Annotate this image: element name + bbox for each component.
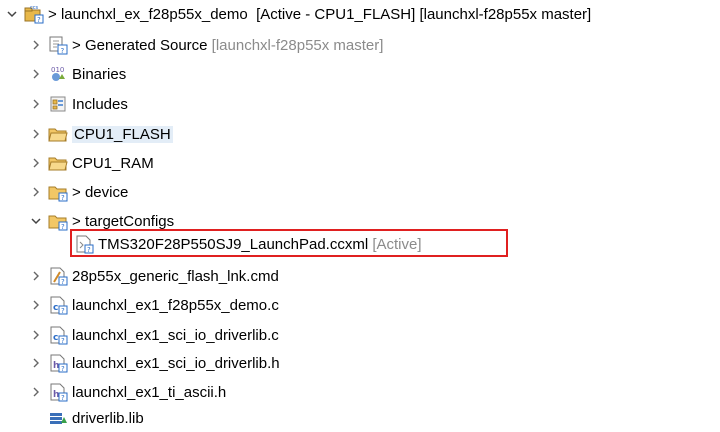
svg-text:?: ? xyxy=(37,16,41,24)
item-label: Includes xyxy=(72,95,128,113)
chevron-right-icon[interactable] xyxy=(28,96,44,112)
chevron-right-icon[interactable] xyxy=(28,268,44,284)
chevron-right-icon[interactable] xyxy=(28,384,44,400)
svg-text:?: ? xyxy=(61,365,65,373)
tree-item-project[interactable]: ccs ? > launchxl_ex_f28p55x_demo [Active… xyxy=(4,2,591,26)
item-decoration: [launchxl-f28p55x master] xyxy=(207,36,384,54)
binaries-icon: 010 xyxy=(48,64,68,84)
item-label: launchxl_ex1_sci_io_driverlib.c xyxy=(72,326,279,344)
project-name: launchxl_ex_f28p55x_demo xyxy=(60,5,248,23)
item-label: 28p55x_generic_flash_lnk.cmd xyxy=(72,267,279,285)
lib-file-icon xyxy=(48,408,68,428)
svg-text:h: h xyxy=(53,390,59,400)
ccs-project-icon: ccs ? xyxy=(24,4,44,24)
svg-text:?: ? xyxy=(61,194,65,202)
tree-item-device[interactable]: ? > device xyxy=(28,180,128,204)
svg-text:?: ? xyxy=(61,337,65,345)
item-label: TMS320F28P550SJ9_LaunchPad.ccxml xyxy=(98,235,369,253)
item-decoration: [Active] xyxy=(368,235,422,253)
svg-text:c: c xyxy=(53,333,58,343)
item-prefix: > xyxy=(72,183,85,201)
includes-icon xyxy=(48,94,68,114)
tree-item-targetconfigs[interactable]: ? > targetConfigs xyxy=(28,209,174,233)
svg-text:?: ? xyxy=(61,223,65,231)
svg-text:h: h xyxy=(53,361,59,371)
h-file-icon: h ? xyxy=(48,353,68,373)
tree-item-includes[interactable]: Includes xyxy=(28,92,128,116)
chevron-right-icon[interactable] xyxy=(28,126,44,142)
item-label: targetConfigs xyxy=(84,212,175,230)
tree-item-sci-io-h[interactable]: h ? launchxl_ex1_sci_io_driverlib.h xyxy=(28,351,280,375)
item-label: Binaries xyxy=(72,65,127,83)
svg-text:ccs: ccs xyxy=(30,5,38,11)
svg-text:?: ? xyxy=(61,47,65,55)
item-label: launchxl_ex1_ti_ascii.h xyxy=(72,383,227,401)
svg-text:c: c xyxy=(53,303,58,313)
folder-icon xyxy=(48,153,68,173)
tree-item-cmd-file[interactable]: ? 28p55x_generic_flash_lnk.cmd xyxy=(28,264,279,288)
item-label: CPU1_RAM xyxy=(72,154,154,172)
tree-item-driverlib-lib[interactable]: driverlib.lib xyxy=(28,406,144,430)
svg-text:?: ? xyxy=(61,307,65,315)
tree-item-generated-source[interactable]: ? > Generated Source [launchxl-f28p55x m… xyxy=(28,33,383,57)
item-label: launchxl_ex1_sci_io_driverlib.h xyxy=(72,354,280,372)
item-prefix: > xyxy=(72,212,85,230)
chevron-down-icon[interactable] xyxy=(28,213,44,229)
tree-item-cpu1-flash[interactable]: CPU1_FLASH xyxy=(28,122,173,146)
item-label: launchxl_ex1_f28p55x_demo.c xyxy=(72,296,279,314)
chevron-right-icon[interactable] xyxy=(28,355,44,371)
svg-text:?: ? xyxy=(61,278,65,286)
tree-item-cpu1-ram[interactable]: CPU1_RAM xyxy=(28,151,154,175)
item-label: driverlib.lib xyxy=(72,409,144,427)
chevron-right-icon[interactable] xyxy=(28,297,44,313)
linked-folder-icon: ? xyxy=(48,211,68,231)
tree-item-ccxml[interactable]: ? TMS320F28P550SJ9_LaunchPad.ccxml [Acti… xyxy=(54,232,422,256)
folder-icon xyxy=(48,124,68,144)
tree-item-ti-ascii-h[interactable]: h ? launchxl_ex1_ti_ascii.h xyxy=(28,380,226,404)
item-label: Generated Source xyxy=(84,36,208,54)
project-explorer-tree: ccs ? > launchxl_ex_f28p55x_demo [Active… xyxy=(0,0,720,432)
c-file-icon: c ? xyxy=(48,295,68,315)
chevron-right-icon[interactable] xyxy=(28,184,44,200)
chevron-down-icon[interactable] xyxy=(4,6,20,22)
h-file-icon: h ? xyxy=(48,382,68,402)
generated-folder-icon: ? xyxy=(48,35,68,55)
item-label: device xyxy=(84,183,129,201)
item-prefix: > xyxy=(72,36,85,54)
svg-text:010: 010 xyxy=(51,66,64,74)
chevron-right-icon[interactable] xyxy=(28,37,44,53)
ccxml-file-icon: ? xyxy=(74,234,94,254)
item-label: CPU1_FLASH xyxy=(72,125,173,143)
chevron-right-icon[interactable] xyxy=(28,327,44,343)
cmd-file-icon: ? xyxy=(48,266,68,286)
tree-item-sci-io-c[interactable]: c ? launchxl_ex1_sci_io_driverlib.c xyxy=(28,323,279,347)
chevron-right-icon[interactable] xyxy=(28,66,44,82)
tree-item-demo-c[interactable]: c ? launchxl_ex1_f28p55x_demo.c xyxy=(28,293,279,317)
linked-folder-icon: ? xyxy=(48,182,68,202)
svg-text:?: ? xyxy=(61,394,65,402)
tree-item-binaries[interactable]: 010 Binaries xyxy=(28,62,126,86)
chevron-right-icon[interactable] xyxy=(28,155,44,171)
svg-text:?: ? xyxy=(87,246,91,254)
c-file-icon: c ? xyxy=(48,325,68,345)
project-prefix: > xyxy=(48,5,61,23)
project-decoration: [Active - CPU1_FLASH] [launchxl-f28p55x … xyxy=(247,5,592,23)
